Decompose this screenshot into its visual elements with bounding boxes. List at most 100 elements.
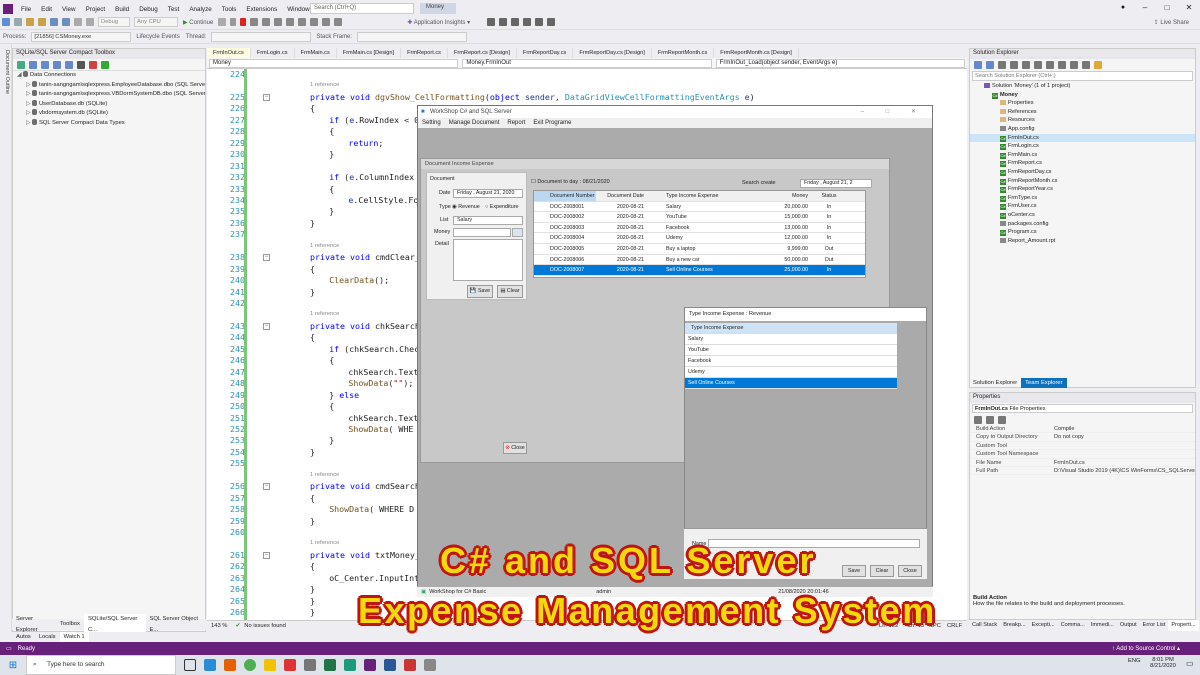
collapse-icon[interactable]: − <box>263 483 270 491</box>
type-clear-button[interactable]: Clear <box>870 565 894 577</box>
solution-item[interactable]: C# FrmMain.cs <box>970 151 1195 160</box>
close-button[interactable]: ✕ <box>1178 0 1200 15</box>
toolbox-tree-item[interactable]: ◢ Data Connections <box>13 71 205 81</box>
type-grid-row[interactable]: Sell Online Courses <box>685 378 897 389</box>
settings-gear-icon[interactable] <box>77 60 85 69</box>
hot-reload-icon[interactable] <box>310 18 319 26</box>
reference-count[interactable]: 1 reference <box>310 241 339 252</box>
menu-extensions[interactable]: Extensions <box>241 3 282 13</box>
grid-row[interactable]: DOC-2008005 2020-08-21 Buy a laptop 9,999.0… <box>534 244 865 255</box>
type-grid-row[interactable]: YouTube <box>685 345 897 356</box>
grid-header-cell[interactable]: Status <box>812 191 846 201</box>
redo-icon[interactable] <box>86 18 94 26</box>
undo-icon[interactable] <box>74 18 82 26</box>
back-icon[interactable] <box>2 18 10 26</box>
debug-window-tab[interactable]: Excepti... <box>1029 620 1058 631</box>
today-checkbox[interactable]: ☐ Document to day : 08/21/2020 <box>531 179 610 185</box>
indent-icon[interactable] <box>523 18 532 26</box>
solution-item[interactable]: C# FrmInOut.cs <box>970 133 1195 143</box>
grid-row[interactable]: DOC-2008006 2020-08-21 Buy a new car 50,000… <box>534 255 865 266</box>
account-icon[interactable]: ● <box>1112 0 1134 15</box>
switch-views-icon[interactable] <box>1010 60 1018 69</box>
solution-panel-tab[interactable]: Team Explorer <box>1021 378 1067 388</box>
document-tab[interactable]: FrmLogin.cs <box>251 48 295 58</box>
add-sqlite-icon[interactable] <box>41 60 49 69</box>
app-menu-item[interactable]: Exit Programe <box>529 118 575 128</box>
collapse-icon[interactable]: − <box>263 322 270 330</box>
edge-icon[interactable] <box>204 659 216 671</box>
property-row[interactable]: Custom Tool Namespace <box>970 450 1195 459</box>
grid-header-cell[interactable]: Document Date <box>596 191 660 201</box>
home-icon[interactable] <box>998 60 1006 69</box>
live-share-button[interactable]: ⇪ Live Share <box>1151 19 1192 26</box>
document-tab[interactable]: FrmReport.cs <box>401 48 448 58</box>
format-icon[interactable] <box>334 18 343 26</box>
toolbox-tree-item[interactable]: ▷ vbdormsystem.db (SQLite) <box>13 109 205 119</box>
grid-row[interactable]: DOC-2008001 2020-08-21 Salary 20,000.00 In <box>534 202 865 213</box>
solution-item[interactable]: packages.config <box>970 220 1195 229</box>
app-window-controls[interactable]: – □ ✕ <box>861 106 926 118</box>
config-select[interactable]: Debug <box>98 17 130 27</box>
reference-count[interactable]: 1 reference <box>310 538 339 549</box>
left-tab[interactable]: Toolbox <box>56 619 84 630</box>
alphabetical-icon[interactable] <box>986 415 994 424</box>
date-picker[interactable]: Friday , August 21, 2020 <box>453 189 523 198</box>
menu-debug[interactable]: Debug <box>134 3 163 13</box>
calculator-icon[interactable] <box>512 228 523 237</box>
solution-search-input[interactable]: Search Solution Explorer (Ctrl+;) <box>972 71 1193 81</box>
categorized-icon[interactable] <box>974 415 982 424</box>
restart-icon[interactable] <box>250 18 259 26</box>
type-save-button[interactable]: Save <box>842 565 866 577</box>
app-menu-item[interactable]: Manage Document <box>445 118 504 128</box>
debug-tab[interactable]: Locals <box>35 632 60 642</box>
grid-header-cell[interactable]: Money <box>750 191 812 201</box>
collapse-icon[interactable]: − <box>263 551 270 559</box>
document-tab[interactable]: FrmMain.cs <box>295 48 337 58</box>
solution-item[interactable]: C# Program.cs <box>970 228 1195 237</box>
minimize-button[interactable]: – <box>1134 0 1156 15</box>
document-tab[interactable]: FrmReportDay.cs <box>517 48 574 58</box>
refresh-icon[interactable] <box>17 60 25 69</box>
solution-item[interactable]: References <box>970 108 1195 117</box>
debug-window-tab[interactable]: Comma... <box>1058 620 1088 631</box>
issues-status[interactable]: No issues found <box>244 623 286 629</box>
solution-item[interactable]: C# FrmReportMonth.cs <box>970 177 1195 186</box>
collapse-icon[interactable]: − <box>263 254 270 262</box>
solution-item[interactable]: C# FrmLogin.cs <box>970 142 1195 151</box>
pdf-icon[interactable] <box>404 659 416 671</box>
type-grid-row[interactable]: Salary <box>685 334 897 345</box>
toolbox-tree-item[interactable]: ▷ UserDatabase.db (SQLite) <box>13 99 205 110</box>
document-tab[interactable]: FrmReportDay.cs [Design] <box>573 48 652 58</box>
app-menu-item[interactable]: Report <box>503 118 529 128</box>
solution-item[interactable]: C# FrmReport.cs <box>970 159 1195 168</box>
clock[interactable]: 8:01 PM 8/21/2020 <box>1146 657 1180 669</box>
language-indicator[interactable]: ENG <box>1128 658 1141 664</box>
toolbox-tree-item[interactable]: ▷ tanin-sangngam\sqlexpress.VBDormSystemD… <box>13 90 205 100</box>
menu-build[interactable]: Build <box>110 3 134 13</box>
thread-select[interactable] <box>211 32 312 42</box>
about-icon[interactable] <box>89 60 97 69</box>
grid-row[interactable]: DOC-2008004 2020-08-21 Udemy 12,000.00 In <box>534 233 865 244</box>
process-select[interactable]: [21856] CSMoney.exe <box>31 32 132 42</box>
stop-icon[interactable] <box>240 18 247 26</box>
solution-item[interactable]: Resources <box>970 116 1195 125</box>
grid-header-cell[interactable]: Document Number <box>534 191 596 201</box>
type-close-button[interactable]: Close <box>898 565 922 577</box>
firefox-icon[interactable] <box>224 659 236 671</box>
snipping-icon[interactable] <box>424 659 436 671</box>
debug-window-tab[interactable]: Immedi... <box>1088 620 1117 631</box>
debug-window-tab[interactable]: Call Stack <box>969 620 1000 631</box>
app-icon[interactable] <box>304 659 316 671</box>
solution-item[interactable]: C# Money <box>970 91 1195 100</box>
toolbox-tree-item[interactable]: ▷ tanin-sangngam\sqlexpress.EmployeeDatab… <box>13 80 205 91</box>
open-icon[interactable] <box>38 18 46 26</box>
solution-item[interactable]: C# FrmType.cs <box>970 194 1195 203</box>
menu-file[interactable]: File <box>16 3 36 13</box>
grid-header-cell[interactable]: Type Income Expense <box>660 191 750 201</box>
search-input[interactable]: Search (Ctrl+Q) <box>310 3 414 14</box>
type-grid-row[interactable]: Facebook <box>685 356 897 367</box>
debug-tab[interactable]: Watch 1 <box>59 632 89 642</box>
save-icon[interactable] <box>50 18 58 26</box>
app-green-icon[interactable] <box>344 659 356 671</box>
forward-icon[interactable] <box>14 18 22 26</box>
